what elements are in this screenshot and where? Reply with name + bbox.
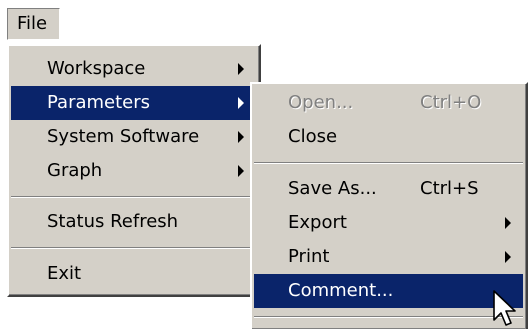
menu-item-label: Workspace [47, 58, 146, 79]
menu-item-label: Export [288, 212, 347, 233]
menu-item-comment[interactable]: Comment... [254, 274, 523, 308]
shortcut-label: Ctrl+O [420, 92, 482, 113]
menu-bar: File [0, 0, 528, 44]
shortcut-label: Ctrl+S [420, 178, 479, 199]
parameters-submenu: Open... Ctrl+O Close Save As... Ctrl+S E… [250, 82, 528, 329]
menu-item-label: Exit [47, 263, 82, 284]
menu-item-label: Open... [288, 92, 354, 113]
submenu-arrow-icon [238, 63, 244, 75]
menu-item-system-software[interactable]: System Software [11, 120, 256, 154]
submenu-arrow-icon [238, 165, 244, 177]
menu-item-print[interactable]: Print [254, 240, 523, 274]
menu-separator [254, 162, 523, 164]
menu-item-status-refresh[interactable]: Status Refresh [11, 205, 256, 239]
menu-item-workspace[interactable]: Workspace [11, 52, 256, 86]
menu-item-export[interactable]: Export [254, 206, 523, 240]
submenu-arrow-icon [505, 217, 511, 229]
menu-item-label: Close [288, 126, 338, 147]
menu-separator [11, 196, 256, 198]
file-menu-button[interactable]: File [7, 8, 60, 40]
menu-item-save-as[interactable]: Save As... Ctrl+S [254, 172, 523, 206]
menu-item-parameters[interactable]: Parameters [11, 86, 256, 120]
submenu-arrow-icon [238, 97, 244, 109]
menu-item-label: Comment... [288, 280, 394, 301]
mouse-pointer-icon [493, 290, 516, 326]
file-menu-label: File [17, 13, 48, 34]
menu-item-exit[interactable]: Exit [11, 257, 256, 291]
menu-item-label: Graph [47, 160, 103, 181]
menu-item-label: Save As... [288, 178, 377, 199]
menu-item-graph[interactable]: Graph [11, 154, 256, 188]
menu-item-close[interactable]: Close [254, 120, 523, 154]
menu-item-label: Print [288, 246, 330, 267]
menu-item-label: Status Refresh [47, 211, 179, 232]
submenu-arrow-icon [505, 251, 511, 263]
menu-item-label: Parameters [47, 92, 151, 113]
menu-separator [254, 316, 523, 318]
file-menu: Workspace Parameters System Software Gra… [7, 44, 261, 297]
menu-separator [11, 247, 256, 249]
menu-item-open: Open... Ctrl+O [254, 86, 523, 120]
submenu-arrow-icon [238, 131, 244, 143]
menu-item-label: System Software [47, 126, 200, 147]
